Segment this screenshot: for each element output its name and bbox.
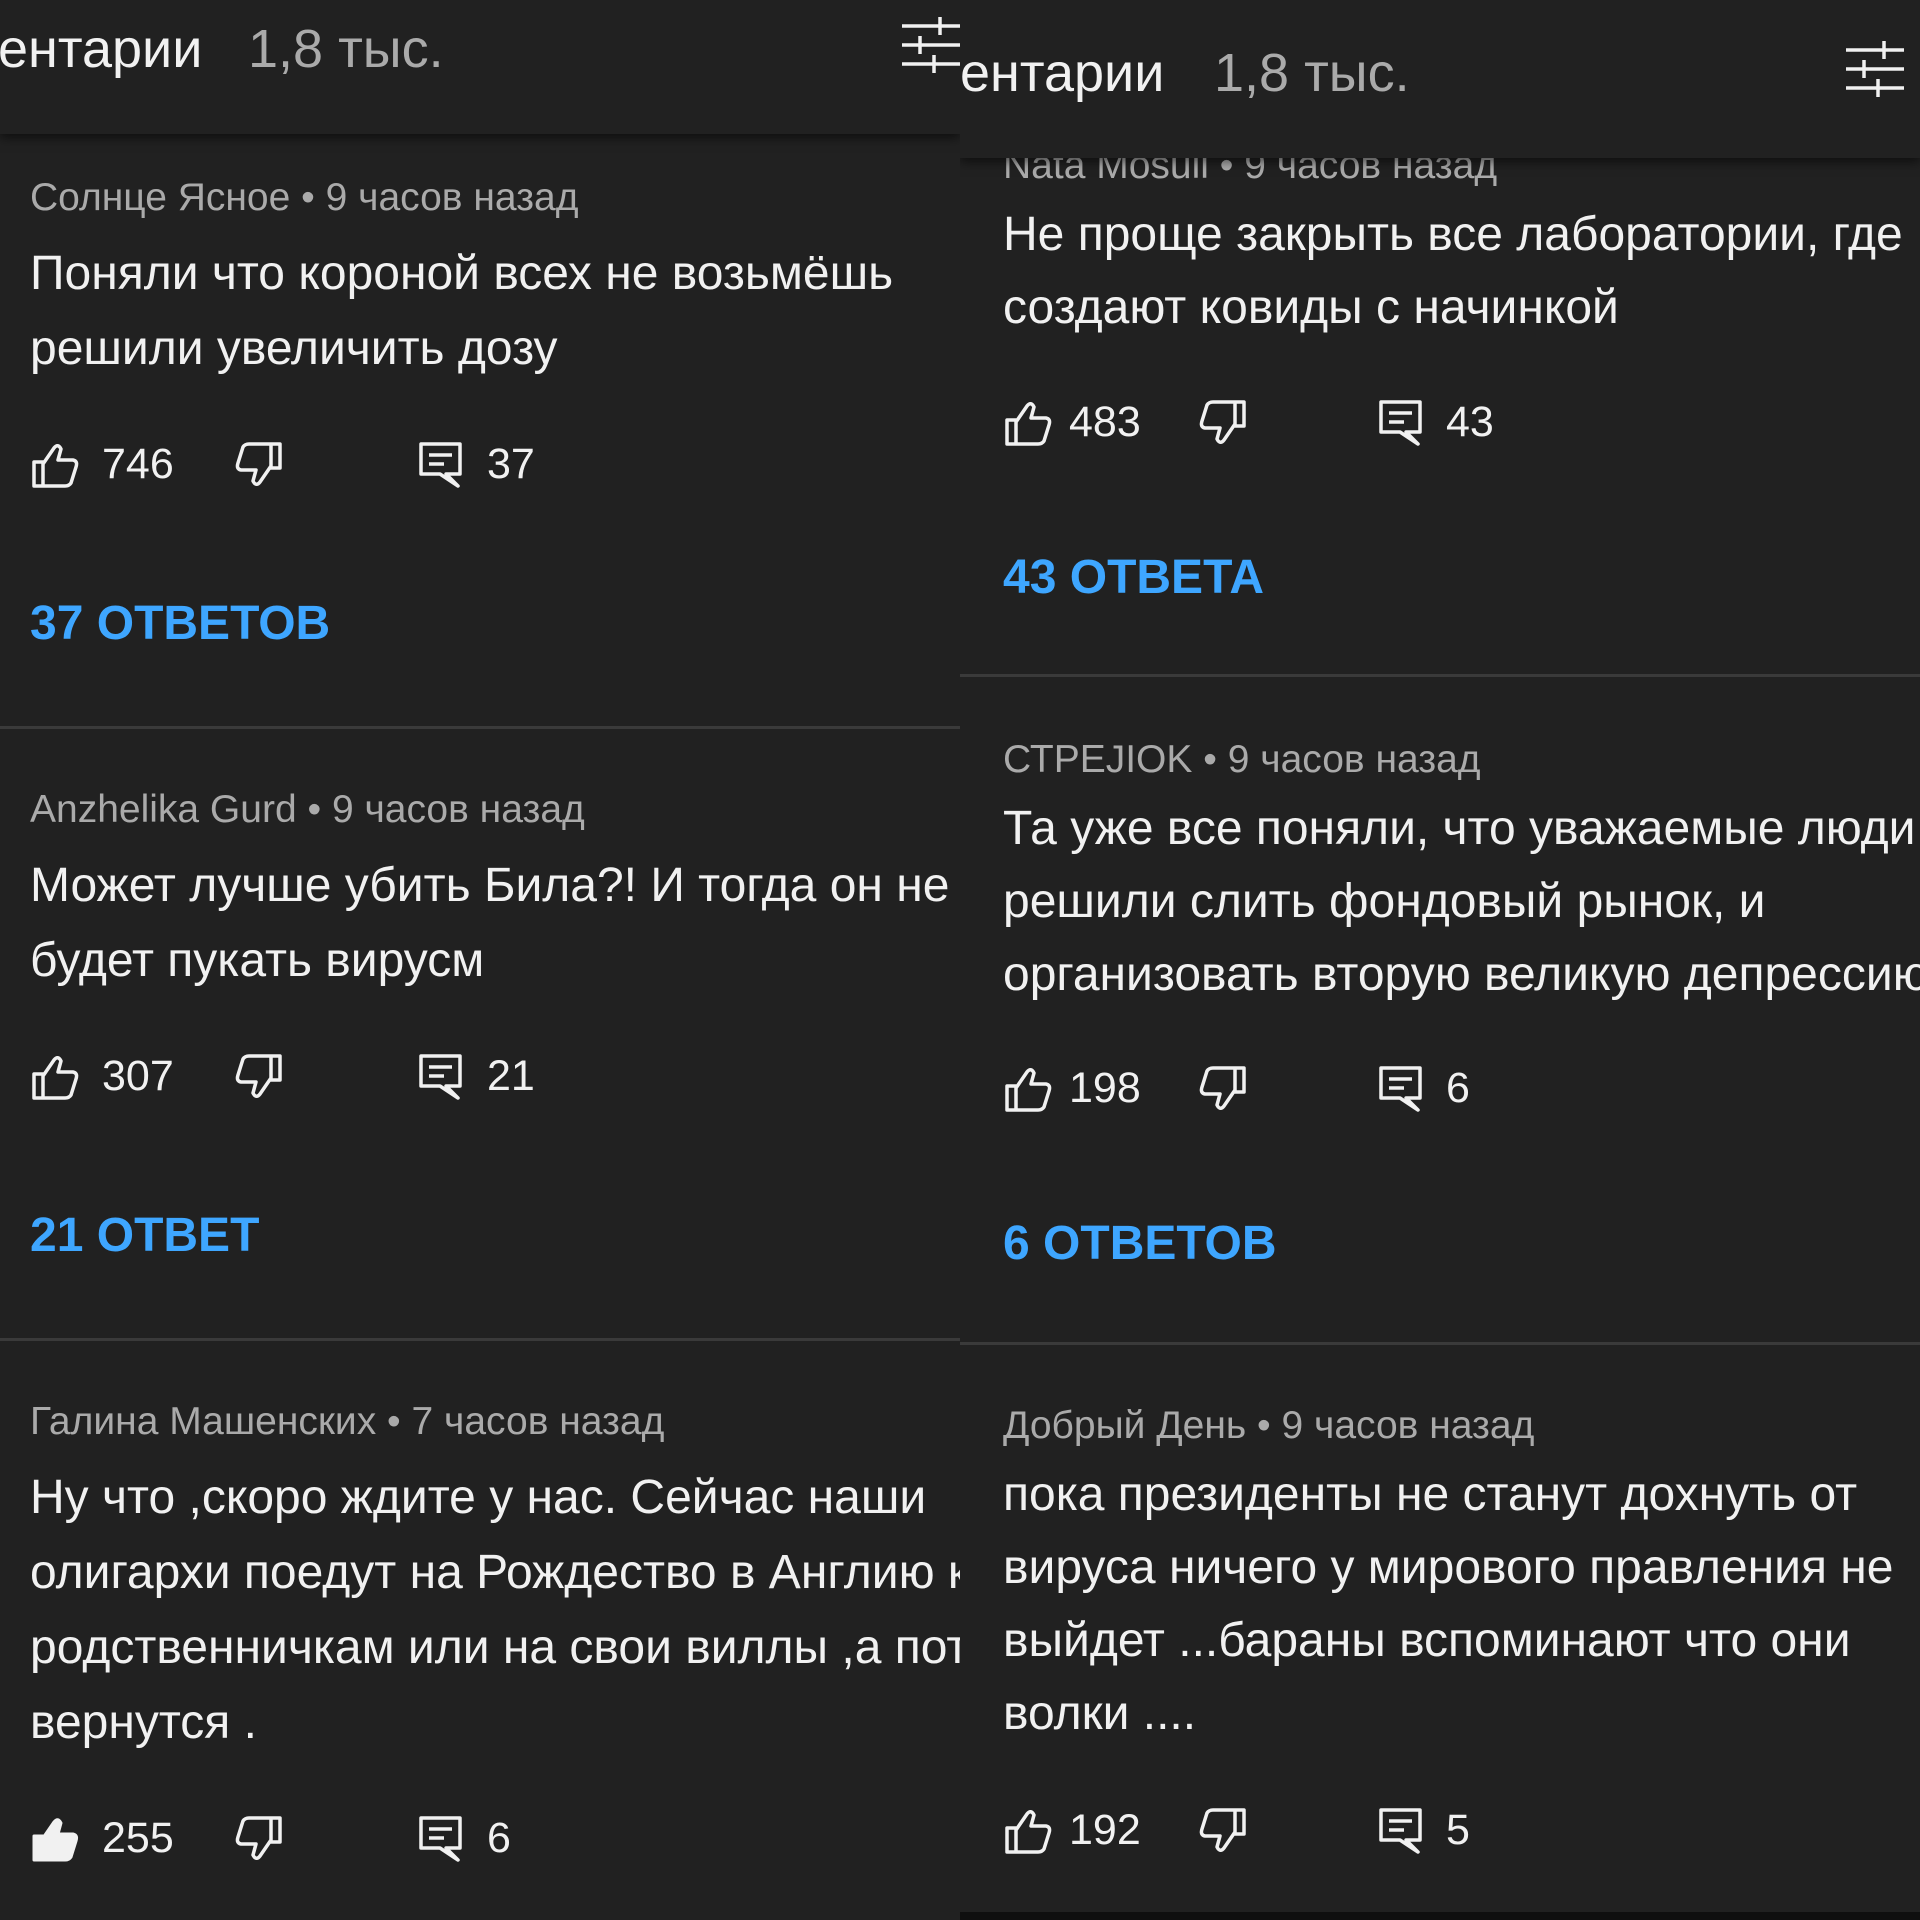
view-replies-link[interactable]: 37 ОТВЕТОВ xyxy=(30,596,330,651)
comment-text: Ну что ,скоро ждите у нас. Сейчас наши о… xyxy=(30,1460,960,1760)
comment-line: решили слить фондовый рынок, и xyxy=(1003,875,1766,928)
comment-text: пока президенты не станут дохнуть от вир… xyxy=(1003,1458,1893,1750)
comment-line: Та уже все поняли, что уважаемые люди xyxy=(1003,802,1916,855)
thumb-down-icon[interactable] xyxy=(1198,1064,1248,1114)
comments-count: 1,8 тыс. xyxy=(248,19,444,79)
comments-panel-right: ентарии 1,8 тыс. Nata Mosull • 9 часов н… xyxy=(960,0,1920,1920)
like-count: 255 xyxy=(102,1814,174,1862)
reply-count: 6 xyxy=(487,1814,511,1862)
like-count: 192 xyxy=(1069,1806,1141,1854)
like-count: 307 xyxy=(102,1052,174,1100)
bottom-edge xyxy=(960,1912,1920,1920)
sort-filter-icon[interactable] xyxy=(900,14,960,76)
comments-title: ентарии xyxy=(0,19,203,79)
reply-count: 43 xyxy=(1446,398,1494,446)
comment-author[interactable]: СТРЕJIOK • 9 часов назад xyxy=(1003,738,1481,782)
view-replies-link[interactable]: 6 ОТВЕТОВ xyxy=(1003,1216,1277,1271)
comment-line: Поняли что короной всех не возьмёшь xyxy=(30,247,894,300)
comment-line: родственничкам или на свои виллы ,а пото… xyxy=(30,1621,960,1674)
thumb-up-icon[interactable] xyxy=(1003,1064,1053,1114)
view-replies-link[interactable]: 43 ОТВЕТА xyxy=(1003,550,1264,605)
thumb-up-filled-icon[interactable] xyxy=(30,1814,80,1864)
comment-author[interactable]: Солнце Ясное • 9 часов назад xyxy=(30,176,578,220)
thumb-down-icon[interactable] xyxy=(1198,398,1248,448)
comment-text: Не проще закрыть все лаборатории, где со… xyxy=(1003,198,1903,344)
thumb-down-icon[interactable] xyxy=(234,1814,284,1864)
thumb-up-icon[interactable] xyxy=(1003,398,1053,448)
like-count: 746 xyxy=(102,440,174,488)
reply-comment-icon[interactable] xyxy=(1376,398,1426,448)
comment-line: организовать вторую великую депрессию xyxy=(1003,948,1920,1001)
comment-author[interactable]: Anzhelika Gurd • 9 часов назад xyxy=(30,788,585,832)
comment-line: Не проще закрыть все лаборатории, где xyxy=(1003,208,1903,261)
comments-count: 1,8 тыс. xyxy=(1214,43,1410,103)
comment-line: волки .... xyxy=(1003,1687,1197,1740)
comment-line: олигархи поедут на Рождество в Англию к xyxy=(30,1546,960,1599)
comments-panel-left: ентарии 1,8 тыс. Солнце Ясное • 9 часов … xyxy=(0,0,960,1920)
comment-author[interactable]: Галина Машенских • 7 часов назад xyxy=(30,1400,664,1444)
sort-filter-icon[interactable] xyxy=(1844,38,1906,100)
reply-comment-icon[interactable] xyxy=(1376,1806,1426,1856)
view-replies-link[interactable]: 21 ОТВЕТ xyxy=(30,1208,259,1263)
reply-comment-icon[interactable] xyxy=(416,1814,466,1864)
comment-line: вернутся . xyxy=(30,1696,257,1749)
comment-line: Ну что ,скоро ждите у нас. Сейчас наши xyxy=(30,1471,927,1524)
comment-text: Поняли что короной всех не возьмёшь реши… xyxy=(30,236,893,386)
comment-line: будет пукать вирусм xyxy=(30,934,485,987)
comments-header: ентарии 1,8 тыс. xyxy=(0,0,960,134)
comments-header: ентарии 1,8 тыс. xyxy=(960,0,1920,158)
divider xyxy=(0,1338,960,1341)
divider xyxy=(960,674,1920,677)
reply-count: 37 xyxy=(487,440,535,488)
reply-comment-icon[interactable] xyxy=(416,440,466,490)
comment-line: пока президенты не станут дохнуть от xyxy=(1003,1468,1858,1521)
reply-count: 21 xyxy=(487,1052,535,1100)
comment-author[interactable]: Добрый День • 9 часов назад xyxy=(1003,1404,1534,1448)
comment-text: Та уже все поняли, что уважаемые люди ре… xyxy=(1003,792,1920,1011)
divider xyxy=(960,1342,1920,1345)
divider xyxy=(0,726,960,729)
thumb-down-icon[interactable] xyxy=(234,440,284,490)
comment-line: выйдет ...бараны вспоминают что они xyxy=(1003,1614,1851,1667)
reply-count: 5 xyxy=(1446,1806,1470,1854)
comment-line: решили увеличить дозу xyxy=(30,322,558,375)
comment-line: Может лучше убить Била?! И тогда он не xyxy=(30,859,950,912)
comment-line: создают ковиды с начинкой xyxy=(1003,281,1619,334)
thumb-up-icon[interactable] xyxy=(30,440,80,490)
comment-line: вируса ничего у мирового правления не xyxy=(1003,1541,1894,1594)
comment-text: Может лучше убить Била?! И тогда он не б… xyxy=(30,848,949,998)
thumb-down-icon[interactable] xyxy=(1198,1806,1248,1856)
thumb-up-icon[interactable] xyxy=(30,1052,80,1102)
like-count: 198 xyxy=(1069,1064,1141,1112)
comments-title: ентарии xyxy=(960,43,1165,103)
reply-comment-icon[interactable] xyxy=(416,1052,466,1102)
thumb-down-icon[interactable] xyxy=(234,1052,284,1102)
like-count: 483 xyxy=(1069,398,1141,446)
reply-count: 6 xyxy=(1446,1064,1470,1112)
thumb-up-icon[interactable] xyxy=(1003,1806,1053,1856)
reply-comment-icon[interactable] xyxy=(1376,1064,1426,1114)
